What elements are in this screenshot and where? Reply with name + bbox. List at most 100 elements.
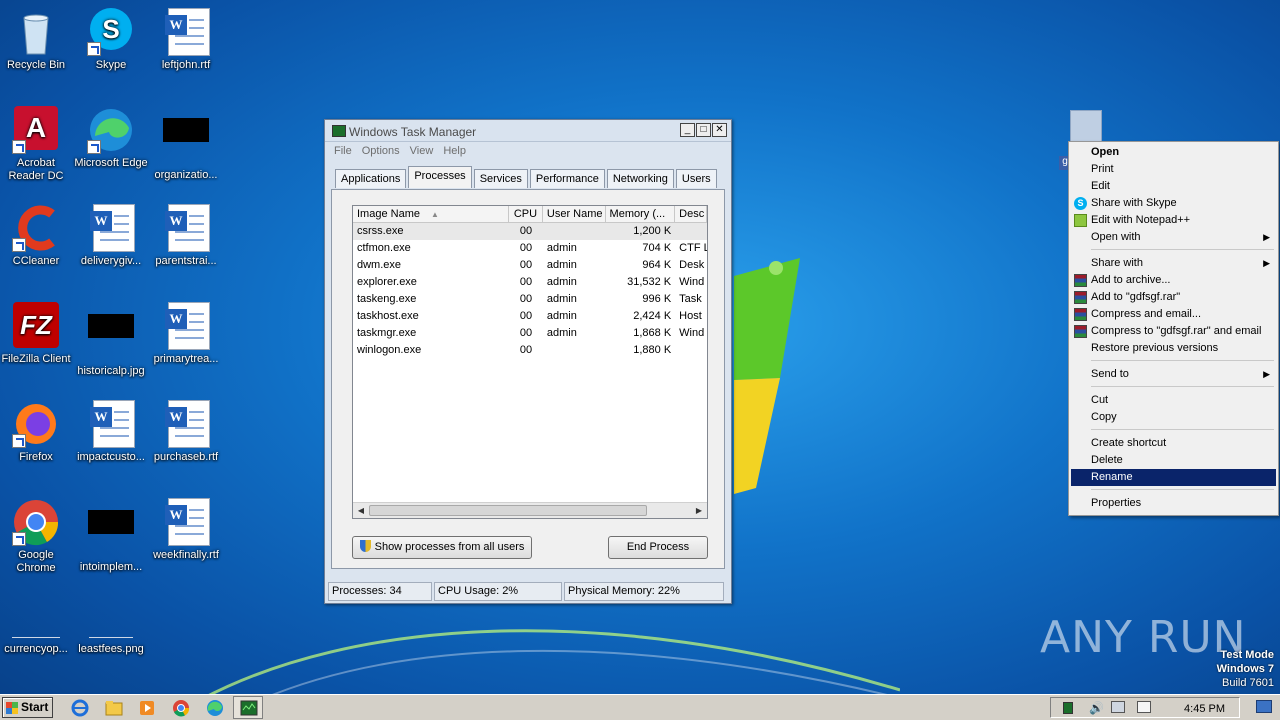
horizontal-scrollbar[interactable]: ◀ ▶ bbox=[353, 502, 707, 518]
tab-performance[interactable]: Performance bbox=[529, 169, 605, 188]
table-row[interactable]: taskmgr.exe 00 admin 1,868 K Wind bbox=[353, 325, 707, 342]
menu-file[interactable]: File bbox=[329, 142, 357, 162]
tab-users[interactable]: Users bbox=[675, 169, 717, 188]
column-memory[interactable]: Memory (... bbox=[606, 206, 676, 222]
table-row[interactable]: ctfmon.exe 00 admin 704 K CTF L bbox=[353, 240, 707, 257]
tab-services[interactable]: Services bbox=[473, 169, 528, 188]
menu-help[interactable]: Help bbox=[438, 142, 471, 162]
cell-user bbox=[543, 223, 606, 240]
task-manager-window[interactable]: Windows Task Manager _ □ ✕ File Options … bbox=[324, 119, 732, 604]
menu-options[interactable]: Options bbox=[357, 142, 405, 162]
column-user-name[interactable]: User Name bbox=[543, 206, 606, 222]
cell-cpu: 00 bbox=[519, 344, 533, 356]
desktop-icon-ccleaner[interactable]: CCleaner bbox=[0, 204, 74, 268]
menu-item-cut[interactable]: Cut bbox=[1071, 392, 1276, 409]
sort-ascending-icon: ▲ bbox=[431, 210, 439, 219]
menu-item-add-to-rar[interactable]: Add to "gdfsgf.rar" bbox=[1071, 289, 1276, 306]
maximize-button[interactable]: □ bbox=[696, 123, 711, 137]
show-all-processes-button[interactable]: Show processes from all users bbox=[352, 536, 532, 559]
cell-image-name: explorer.exe bbox=[357, 276, 417, 288]
table-row[interactable]: explorer.exe 00 admin 31,532 K Wind bbox=[353, 274, 707, 291]
menu-item-print[interactable]: Print bbox=[1071, 161, 1276, 178]
menu-item-label: Compress to "gdfsgf.rar" and email bbox=[1091, 325, 1262, 337]
menu-item-open-with[interactable]: Open with ▶ bbox=[1071, 229, 1276, 246]
menu-item-edit[interactable]: Edit bbox=[1071, 178, 1276, 195]
ccleaner-icon bbox=[12, 204, 60, 252]
menu-item-share-with-skype[interactable]: S Share with Skype bbox=[1071, 195, 1276, 212]
desktop-icon-skype[interactable]: S Skype bbox=[73, 8, 149, 72]
tab-processes[interactable]: Processes bbox=[408, 166, 472, 188]
menu-item-compress-to-rar-and-email[interactable]: Compress to "gdfsgf.rar" and email bbox=[1071, 323, 1276, 340]
desktop-icon-primarytrea[interactable]: W primarytrea... bbox=[148, 302, 224, 366]
scroll-right-icon[interactable]: ▶ bbox=[693, 505, 705, 517]
desktop-icon-intoimplem[interactable]: intoimplem... bbox=[73, 498, 149, 574]
menu-item-properties[interactable]: Properties bbox=[1071, 495, 1276, 512]
chrome-icon[interactable] bbox=[171, 698, 191, 718]
media-player-icon[interactable] bbox=[137, 698, 157, 718]
table-row[interactable]: taskeng.exe 00 admin 996 K Task bbox=[353, 291, 707, 308]
menu-item-delete[interactable]: Delete bbox=[1071, 452, 1276, 469]
process-list[interactable]: Image Name ▲ CPU User Name Memory (... D… bbox=[352, 205, 708, 519]
menu-item-compress-and-email[interactable]: Compress and email... bbox=[1071, 306, 1276, 323]
network-icon[interactable] bbox=[1111, 701, 1125, 713]
task-manager-tray-icon[interactable] bbox=[1063, 702, 1073, 714]
menu-item-create-shortcut[interactable]: Create shortcut bbox=[1071, 435, 1276, 452]
desktop-icon-weekfinally[interactable]: W weekfinally.rtf bbox=[148, 498, 224, 562]
menu-item-open[interactable]: Open bbox=[1071, 144, 1276, 161]
desktop-icon-recycle-bin[interactable]: Recycle Bin bbox=[0, 8, 74, 72]
desktop-icon-filezilla[interactable]: FZ FileZilla Client bbox=[0, 302, 74, 366]
clock[interactable]: 4:45 PM bbox=[1184, 703, 1225, 715]
menu-item-copy[interactable]: Copy bbox=[1071, 409, 1276, 426]
menu-item-edit-with-notepadpp[interactable]: Edit with Notepad++ bbox=[1071, 212, 1276, 229]
table-row[interactable]: winlogon.exe 00 1,880 K bbox=[353, 342, 707, 359]
scrollbar-thumb[interactable] bbox=[369, 505, 647, 516]
scroll-left-icon[interactable]: ◀ bbox=[355, 505, 367, 517]
show-desktop-icon[interactable] bbox=[1256, 700, 1272, 713]
volume-icon[interactable]: 🔊 bbox=[1089, 701, 1104, 715]
menu-item-label: Rename bbox=[1091, 471, 1133, 483]
desktop-icon-currencyop[interactable]: currencyop... bbox=[0, 616, 74, 656]
tab-applications[interactable]: Applications bbox=[335, 169, 407, 188]
tab-networking[interactable]: Networking bbox=[606, 169, 674, 188]
title-bar[interactable]: Windows Task Manager _ □ ✕ bbox=[325, 120, 731, 142]
desktop-icon-impactcusto[interactable]: W impactcusto... bbox=[73, 400, 149, 464]
desktop-icon-historicalp[interactable]: historicalp.jpg bbox=[73, 302, 149, 378]
shortcut-arrow-icon bbox=[12, 434, 26, 448]
desktop-icon-acrobat[interactable]: A Acrobat Reader DC bbox=[0, 106, 74, 183]
start-button[interactable]: Start bbox=[2, 697, 53, 718]
menu-view[interactable]: View bbox=[405, 142, 439, 162]
desktop-icon-leastfees[interactable]: leastfees.png bbox=[73, 616, 149, 656]
desktop-icon-leftjohn[interactable]: W leftjohn.rtf bbox=[148, 8, 224, 72]
menu-item-send-to[interactable]: Send to ▶ bbox=[1071, 366, 1276, 383]
firefox-icon bbox=[12, 400, 60, 448]
column-cpu[interactable]: CPU bbox=[509, 206, 543, 222]
desktop-icon-firefox[interactable]: Firefox bbox=[0, 400, 74, 464]
table-row[interactable]: taskhost.exe 00 admin 2,424 K Host bbox=[353, 308, 707, 325]
column-image-name[interactable]: Image Name ▲ bbox=[353, 206, 510, 222]
menu-item-restore-previous-versions[interactable]: Restore previous versions bbox=[1071, 340, 1276, 357]
action-center-icon[interactable] bbox=[1137, 701, 1151, 713]
table-row[interactable]: dwm.exe 00 admin 964 K Desk bbox=[353, 257, 707, 274]
close-button[interactable]: ✕ bbox=[712, 123, 727, 137]
table-row[interactable]: csrss.exe 00 1,200 K bbox=[353, 223, 707, 240]
internet-explorer-icon[interactable] bbox=[70, 698, 90, 718]
desktop-icon-chrome[interactable]: Google Chrome bbox=[0, 498, 74, 575]
column-description[interactable]: Desc bbox=[675, 206, 708, 222]
menu-item-add-to-archive[interactable]: Add to archive... bbox=[1071, 272, 1276, 289]
desktop-icon-edge[interactable]: Microsoft Edge bbox=[73, 106, 149, 170]
desktop-icon-deliverygiv[interactable]: W deliverygiv... bbox=[73, 204, 149, 268]
cell-description bbox=[675, 223, 707, 240]
file-explorer-icon[interactable] bbox=[104, 698, 124, 718]
desktop-icon-organizatio[interactable]: organizatio... bbox=[148, 106, 224, 182]
cell-image-name: winlogon.exe bbox=[357, 344, 422, 356]
menu-item-label: Compress and email... bbox=[1091, 308, 1202, 320]
task-manager-taskbar-button[interactable] bbox=[233, 696, 263, 719]
menu-item-share-with[interactable]: Share with ▶ bbox=[1071, 255, 1276, 272]
menu-item-rename[interactable]: Rename bbox=[1071, 469, 1276, 486]
end-process-button[interactable]: End Process bbox=[608, 536, 708, 559]
desktop-icon-purchaseb[interactable]: W purchaseb.rtf bbox=[148, 400, 224, 464]
minimize-button[interactable]: _ bbox=[680, 123, 695, 137]
edge-icon[interactable] bbox=[205, 698, 225, 718]
word-document-icon: W bbox=[87, 400, 135, 448]
desktop-icon-parentstrai[interactable]: W parentstrai... bbox=[148, 204, 224, 268]
